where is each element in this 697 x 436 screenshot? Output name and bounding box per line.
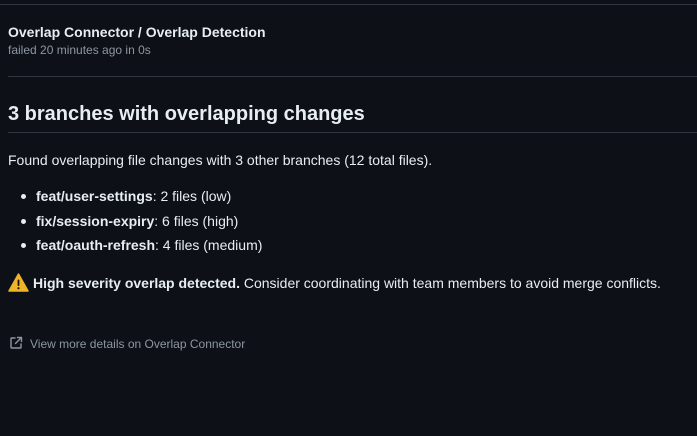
branch-name: feat/user-settings	[36, 188, 153, 204]
branch-detail: : 6 files (high)	[154, 212, 239, 229]
header-divider	[8, 76, 697, 77]
bullet-icon	[21, 194, 26, 199]
branch-list-item: feat/user-settings: 2 files (low)	[8, 186, 262, 211]
branch-list-item: feat/oauth-refresh: 4 files (medium)	[8, 235, 262, 260]
warning-text: Consider coordinating with team members …	[239, 275, 661, 291]
summary-intro: Found overlapping file changes with 3 ot…	[8, 152, 433, 168]
summary-heading: 3 branches with overlapping changes	[8, 103, 365, 125]
check-header: Overlap Connector / Overlap Detection fa…	[8, 22, 266, 58]
heading-divider	[8, 132, 697, 133]
branch-detail: : 4 files (medium)	[155, 237, 263, 253]
check-status-line: failed 20 minutes ago in 0s	[8, 43, 151, 57]
top-divider	[0, 4, 697, 5]
branch-name: feat/oauth-refresh	[36, 237, 156, 253]
warning-icon	[8, 273, 29, 292]
bullet-icon	[21, 243, 26, 248]
view-details-link[interactable]: View more details on Overlap Connector	[9, 336, 245, 352]
warning-strong-text: High severity overlap detected.	[33, 275, 240, 291]
external-link-icon	[10, 336, 23, 349]
branch-list-item: fix/session-expiry: 6 files (high)	[8, 211, 262, 236]
check-title: Overlap Connector / Overlap Detection	[8, 24, 266, 40]
warning-message: High severity overlap detected. Consider…	[8, 273, 661, 293]
view-details-label: View more details on Overlap Connector	[30, 337, 246, 351]
branch-name: fix/session-expiry	[36, 212, 155, 229]
branch-detail: : 2 files (low)	[152, 188, 232, 204]
branch-list: feat/user-settings: 2 files (low) fix/se…	[8, 186, 262, 260]
bullet-icon	[21, 218, 26, 224]
